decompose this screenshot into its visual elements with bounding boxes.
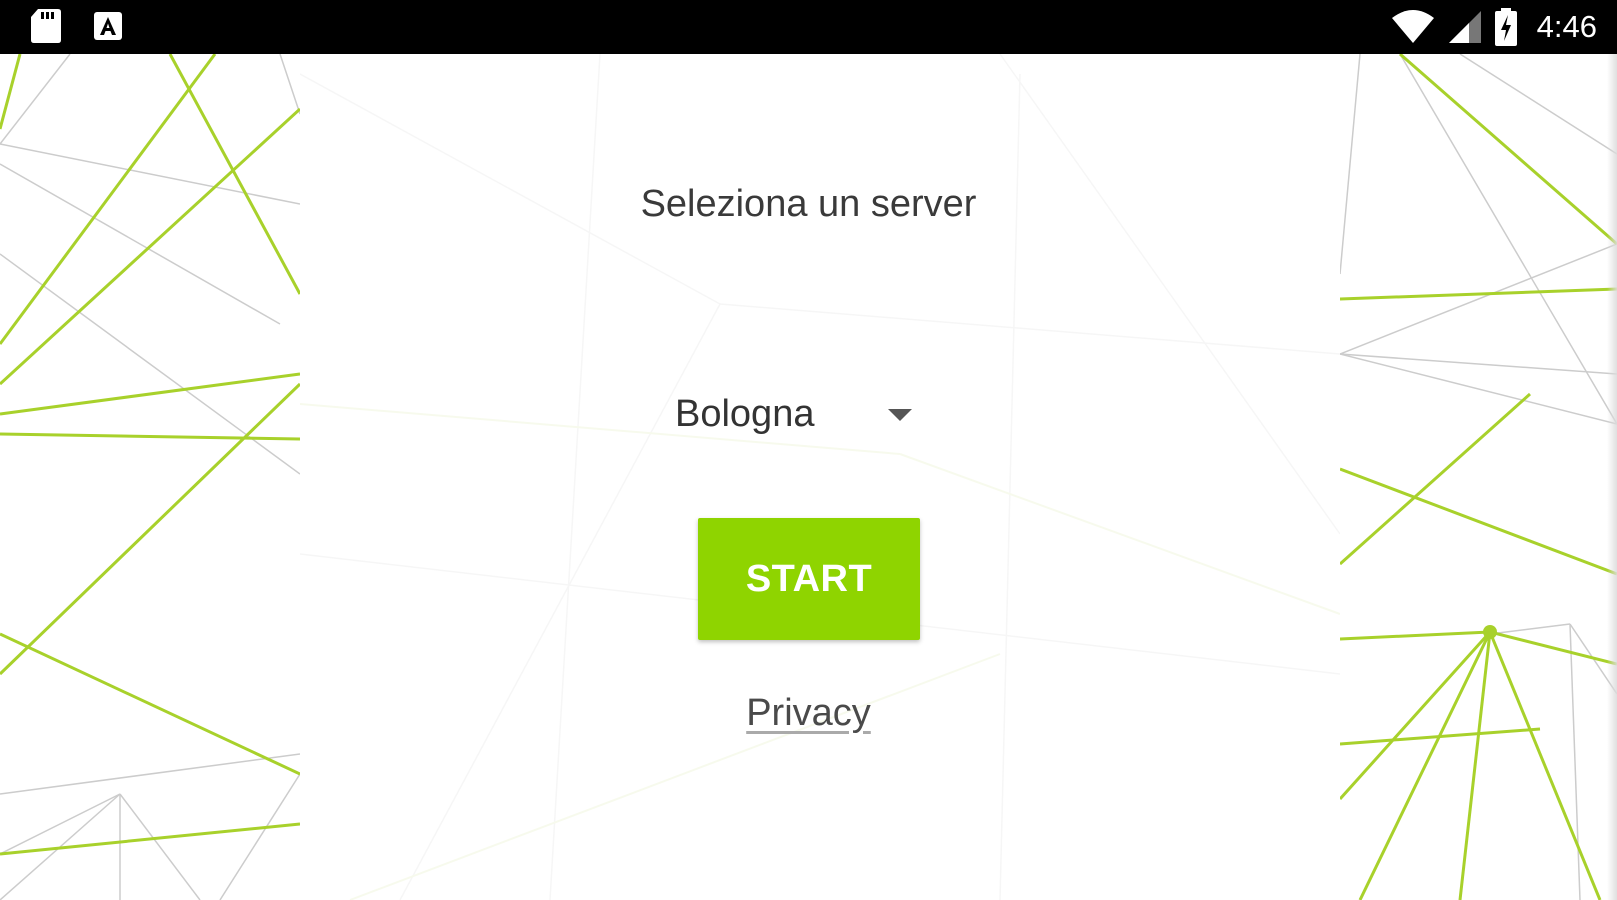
- page-title: Seleziona un server: [640, 183, 977, 225]
- wifi-icon: [1391, 9, 1435, 45]
- battery-charging-icon: [1494, 8, 1517, 46]
- start-button[interactable]: START: [698, 518, 920, 640]
- main-content: Seleziona un server Bologna START Privac…: [0, 0, 1617, 900]
- app-store-icon: [92, 9, 124, 43]
- status-bar: 4:46: [0, 0, 1617, 54]
- dropdown-arrow-icon: [888, 409, 912, 421]
- status-clock: 4:46: [1536, 9, 1597, 44]
- cell-signal-icon: [1447, 9, 1483, 45]
- privacy-link-container: Privacy: [0, 692, 1617, 735]
- server-select[interactable]: Bologna: [660, 385, 930, 445]
- app-screen: 4:46 Seleziona un server Bologna START P…: [0, 0, 1617, 900]
- sd-card-icon: [30, 9, 62, 43]
- privacy-link[interactable]: Privacy: [746, 692, 871, 734]
- server-select-value: Bologna: [675, 393, 815, 435]
